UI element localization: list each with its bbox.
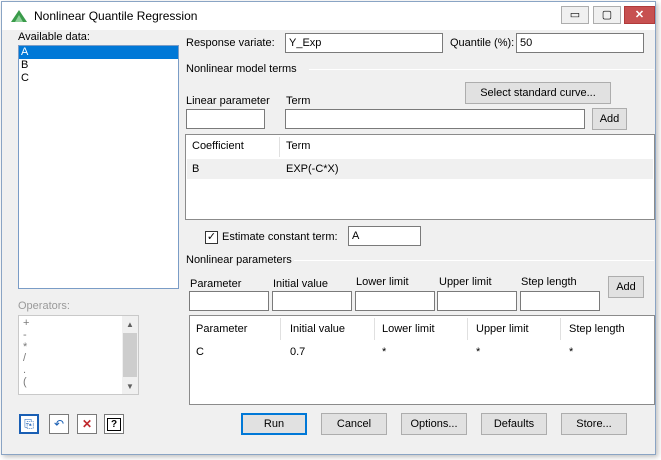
grid-header-initial-value: Initial value [290, 323, 346, 335]
clear-button[interactable]: ✕ [77, 414, 97, 434]
grid-header-lower-limit: Lower limit [382, 323, 435, 335]
step-length-label: Step length [521, 276, 577, 288]
list-item[interactable]: B [19, 59, 178, 72]
maximize-icon: ▢ [601, 8, 613, 21]
help-icon: ? [106, 417, 122, 431]
grid-cell-lower-limit: * [382, 346, 387, 358]
help-button[interactable]: ? [104, 414, 124, 434]
grid-cell-initial-value: 0.7 [290, 346, 306, 358]
column-divider [280, 318, 281, 340]
add-parameter-button[interactable]: Add [608, 276, 644, 298]
clear-icon: ✕ [81, 417, 93, 431]
lower-limit-label: Lower limit [356, 276, 409, 288]
run-button[interactable]: Run [241, 413, 307, 435]
list-item[interactable]: C [19, 72, 178, 85]
app-icon [11, 10, 27, 22]
paste-button[interactable]: ⎘ [19, 414, 39, 434]
operators-scrollbar[interactable]: ▲ ▼ [122, 316, 138, 394]
add-term-button[interactable]: Add [592, 108, 627, 130]
operators-list[interactable]: + - * / . ( ▲ ▼ [18, 315, 139, 395]
column-divider [374, 318, 375, 340]
quantile-field[interactable]: 50 [516, 33, 644, 53]
initial-value-field[interactable] [272, 291, 352, 311]
grid-cell-coefficient: B [192, 163, 200, 175]
group-divider [309, 69, 654, 70]
grid-cell-upper-limit: * [476, 346, 481, 358]
scroll-up-icon[interactable]: ▲ [122, 316, 138, 332]
grid-header-coefficient: Coefficient [192, 140, 244, 152]
estimate-constant-label: Estimate constant term: [222, 231, 338, 243]
constant-term-field[interactable]: A [348, 226, 421, 246]
group-divider [294, 260, 654, 261]
table-row[interactable] [187, 159, 653, 179]
model-terms-group-label: Nonlinear model terms [186, 63, 297, 75]
close-icon: ✕ [634, 8, 645, 21]
minimize-button[interactable]: ▭ [561, 6, 589, 24]
paste-icon: ⎘ [24, 416, 34, 431]
parameters-grid[interactable]: Parameter Initial value Lower limit Uppe… [189, 315, 655, 405]
column-divider [560, 318, 561, 340]
minimize-icon: ▭ [569, 8, 581, 21]
initial-value-label: Initial value [273, 278, 329, 290]
available-data-label: Available data: [18, 31, 90, 43]
store-button[interactable]: Store... [561, 413, 627, 435]
estimate-constant-checkbox[interactable]: ✓ [205, 231, 218, 244]
upper-limit-label: Upper limit [439, 276, 492, 288]
undo-button[interactable]: ↶ [49, 414, 69, 434]
scroll-down-icon[interactable]: ▼ [122, 378, 138, 394]
dialog-window: Nonlinear Quantile Regression ▭ ▢ ✕ Avai… [1, 1, 656, 455]
grid-header-parameter: Parameter [196, 323, 248, 335]
parameter-label: Parameter [190, 278, 242, 290]
options-button[interactable]: Options... [401, 413, 467, 435]
upper-limit-field[interactable] [437, 291, 517, 311]
grid-cell-term: EXP(-C*X) [286, 163, 339, 175]
operators-label: Operators: [18, 300, 70, 312]
term-label: Term [286, 95, 311, 107]
step-length-field[interactable] [520, 291, 600, 311]
grid-header-term: Term [286, 140, 311, 152]
parameter-field[interactable] [189, 291, 269, 311]
undo-icon: ↶ [53, 417, 65, 431]
column-divider [279, 137, 280, 157]
response-field[interactable]: Y_Exp [285, 33, 443, 53]
quantile-label: Quantile (%): [450, 37, 515, 49]
grid-cell-parameter: C [196, 346, 204, 358]
title-bar[interactable]: Nonlinear Quantile Regression ▭ ▢ ✕ [2, 2, 655, 30]
maximize-button[interactable]: ▢ [593, 6, 621, 24]
linear-parameter-label: Linear parameter [186, 95, 270, 107]
terms-grid[interactable]: Coefficient Term B EXP(-C*X) [185, 134, 655, 220]
select-standard-curve-button[interactable]: Select standard curve... [465, 82, 611, 104]
grid-cell-step-length: * [569, 346, 574, 358]
list-item[interactable]: A [19, 46, 178, 59]
window-title: Nonlinear Quantile Regression [34, 9, 198, 23]
grid-header-upper-limit: Upper limit [476, 323, 529, 335]
cancel-button[interactable]: Cancel [321, 413, 387, 435]
term-field[interactable] [285, 109, 585, 129]
linear-parameter-field[interactable] [186, 109, 265, 129]
close-button[interactable]: ✕ [624, 6, 655, 24]
list-item[interactable]: - [23, 329, 29, 342]
response-label: Response variate: [186, 37, 275, 49]
column-divider [467, 318, 468, 340]
list-item[interactable]: ( [23, 376, 29, 389]
params-group-label: Nonlinear parameters [186, 254, 292, 266]
lower-limit-field[interactable] [355, 291, 435, 311]
defaults-button[interactable]: Defaults [481, 413, 547, 435]
scroll-thumb[interactable] [123, 333, 137, 377]
grid-header-step-length: Step length [569, 323, 625, 335]
available-data-list[interactable]: A B C [18, 45, 179, 289]
